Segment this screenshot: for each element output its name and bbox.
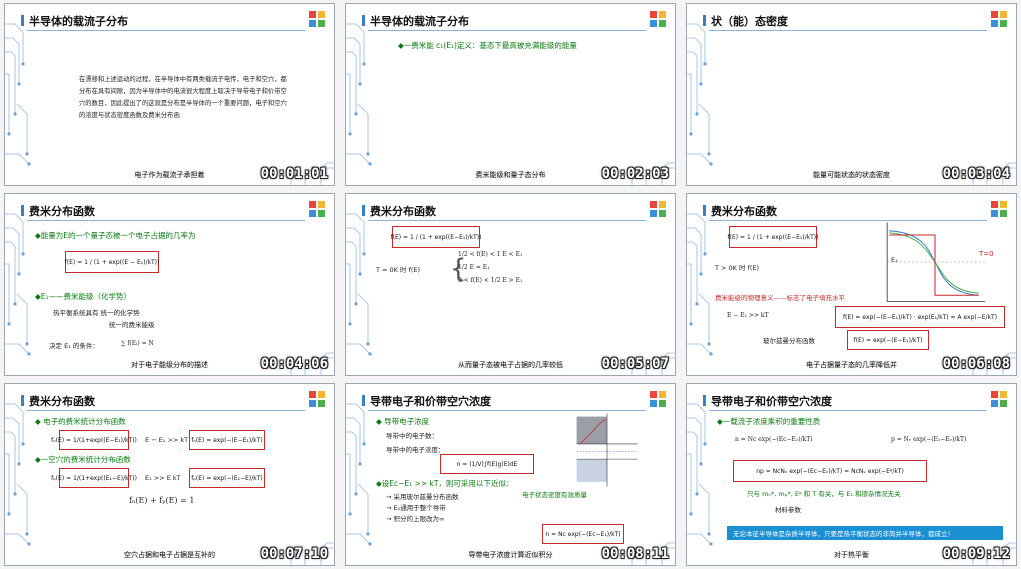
video-thumbnail[interactable]: 状（能）态密度 能量可能状态的状态密度 00:03:04	[686, 3, 1017, 186]
nc-formula-box: n = Nᴄ exp(−(Eᴄ−E₁)/kT)	[542, 524, 624, 544]
bullet-conduction: ◆ 导带电子浓度	[376, 417, 430, 426]
slide-title: 导带电子和价带空穴浓度	[362, 395, 491, 408]
fermi-formula-box: f(E) = 1 / (1 + exp((E − E₁)/kT))	[65, 251, 159, 273]
video-thumbnail[interactable]: 半导体的载流子分布 ◆一费米能 c₁(E₁)定义：基态下最高被充满能级的能量 费米…	[345, 3, 676, 186]
fermi-formula-box: f(E) = 1 / (1 + exp((E−E₁)/kT))	[728, 226, 818, 248]
bullet-approx: ◆设Ec−E₁ >> kT，则可采用以下近似：	[376, 479, 514, 488]
video-thumbnail[interactable]: 导带电子和价带空穴浓度 ◆ 导带电子浓度 导带中的电子数： 导带中的电子浓度： n =…	[345, 383, 676, 566]
title-underline	[709, 30, 987, 31]
timestamp: 00:09:12	[942, 546, 1010, 562]
long-formula-box: f(E) = exp(−(E−E₁)/kT) · exp(E₁/kT) = A …	[835, 306, 1005, 328]
sum-equation: ∑ f(Eᵢ) = N	[121, 340, 154, 347]
formula-1: fₙ(E) = 1/(1+exp((E−E₁)/kT))	[51, 430, 137, 450]
logo-icon	[309, 201, 325, 217]
text-thermal-eq: 热平衡系统具有 统一的化学势	[53, 309, 140, 317]
slide-title: 状（能）态密度	[703, 15, 788, 28]
logo-icon	[650, 391, 666, 407]
logo-icon	[309, 391, 325, 407]
np-formula-box: np = NᴄNᵥ exp(−(Eᴄ−Eᵥ)/kT) = NᴄNᵥ exp(−E…	[733, 460, 927, 482]
slide-title: 费米分布函数	[21, 395, 95, 408]
fermi-curve-plot	[886, 222, 985, 302]
n-formula-box: n = (1/V)∫f(E)g(E)dE	[440, 454, 534, 474]
text-electron-num: 导带中的电子数：	[386, 432, 438, 440]
bullet-hole: ◆一空穴的费米统计分布函数	[35, 455, 131, 464]
bullet-fermi-level: ◆E₁——费米能级（化学势）	[35, 292, 132, 301]
circuit-decoration	[346, 23, 675, 185]
timestamp: 00:05:07	[601, 356, 669, 372]
brace-icon: {	[450, 254, 467, 284]
slide-title: 费米分布函数	[703, 205, 777, 218]
video-thumbnail[interactable]: 费米分布函数 ◆ 电子的费米统计分布函数 fₙ(E) = 1/(1+exp((E−…	[4, 383, 335, 566]
slide-title: 半导体的载流子分布	[21, 15, 128, 28]
text-condition: 决定 E₁ 的条件：	[49, 342, 99, 350]
text-depends: 只与 mₙ*, mₚ*, Eᵍ 和 T 有关，与 E₁ 和掺杂情况无关	[747, 490, 901, 498]
piece-3: 0 < f(E) < 1/2 E > E₁	[458, 277, 523, 284]
title-underline	[709, 410, 987, 411]
title-underline	[368, 30, 646, 31]
timestamp: 00:01:01	[260, 166, 328, 182]
fermi-formula-box: f(E) = 1 / (1 + exp((E−E₁)/kT))	[391, 226, 481, 248]
paragraph-text: 在漂移和上述运动的过程，在半导体中有两类载流子电传，电子和空穴，都分布在具有间隙…	[79, 76, 287, 119]
piece-1: 1/2 < f(E) < 1 E < E₁	[458, 251, 523, 258]
video-thumbnail[interactable]: 费米分布函数 f(E) = 1 / (1 + exp((E−E₁)/kT)) T …	[345, 193, 676, 376]
step-3: → 积分的上限改为∞	[386, 515, 445, 523]
formula-3: fₚ(E) = 1/(1+exp((E₁−E)/kT))	[51, 468, 137, 488]
title-underline	[27, 30, 305, 31]
timestamp: 00:06:08	[942, 356, 1010, 372]
timestamp: 00:04:06	[260, 356, 328, 372]
boltzmann-box: f(E) = exp(−(E−E₁)/kT)	[847, 330, 929, 350]
timestamp: 00:07:10	[260, 546, 328, 562]
title-underline	[27, 220, 305, 221]
text-boltzmann: 玻尔兹曼分布函数	[763, 337, 815, 345]
logo-icon	[309, 11, 325, 27]
bullet-electron: ◆ 电子的费米统计分布函数	[35, 417, 126, 426]
logo-icon	[991, 11, 1007, 27]
circuit-decoration	[346, 213, 675, 375]
video-thumbnail[interactable]: 费米分布函数 ◆能量为E的一个量子态被一个电子占据的几率为 f(E) = 1 / …	[4, 193, 335, 376]
logo-icon	[991, 391, 1007, 407]
condition: E − E₁ >> kT	[727, 312, 769, 319]
title-underline	[27, 410, 305, 411]
slide-title: 导带电子和价带空穴浓度	[703, 395, 832, 408]
thumbnail-grid: 半导体的载流子分布 在漂移和上述运动的过程，在半导体中有两类载流子电传，电子和空…	[4, 3, 1017, 566]
video-thumbnail[interactable]: 费米分布函数 f(E) = 1 / (1 + exp((E−E₁)/kT)) T …	[686, 193, 1017, 376]
text-t0: T > 0K 时 f(E)	[715, 264, 760, 272]
logo-icon	[650, 11, 666, 27]
video-thumbnail[interactable]: 半导体的载流子分布 在漂移和上述运动的过程，在半导体中有两类载流子电传，电子和空…	[4, 3, 335, 186]
slide-title: 半导体的载流子分布	[362, 15, 469, 28]
timestamp: 00:02:03	[601, 166, 669, 182]
bullet-product: ◆一载流子浓度乘积的重要性质	[717, 417, 821, 426]
text-electron-conc: 导带中的电子浓度：	[386, 446, 445, 454]
logo-icon	[650, 201, 666, 217]
bullet-probability: ◆能量为E的一个量子态被一个电子占据的几率为	[35, 231, 196, 240]
text-physical-meaning: 费米能级的物理意义——标志了电子填充水平	[715, 294, 845, 302]
n-expression: n = Nᴄ exp(−(Eᴄ−E₁)/kT)	[735, 436, 813, 443]
conclusion-banner: 无论本征半导体是杂质半导体，只要是热平衡状态的非简并半导体，都成立！	[727, 526, 1003, 540]
formula-2: fₙ(E) = exp(−(E−E₁)/kT)	[189, 430, 265, 450]
timestamp: 00:03:04	[942, 166, 1010, 182]
timestamp: 00:08:11	[601, 546, 669, 562]
slide-title: 费米分布函数	[362, 205, 436, 218]
slide-title: 费米分布函数	[21, 205, 95, 218]
text-t0: T = 0K 时 f(E)	[376, 266, 421, 274]
logo-icon	[991, 201, 1007, 217]
step-1: → 采用玻尔兹曼分布函数	[386, 493, 459, 501]
text-unified: 统一的费米能级	[109, 321, 155, 329]
step-2: → E₁通用于整个导带	[386, 504, 446, 512]
band-diagram	[576, 413, 638, 487]
bullet-fermi-definition: ◆一费米能 c₁(E₁)定义：基态下最高被充满能级的能量	[398, 41, 577, 50]
text-effective-mass: 电子状态密度有效质量	[522, 491, 587, 499]
circuit-decoration	[687, 23, 1016, 185]
condition-2: E₁ >> E kT	[145, 474, 181, 482]
title-underline	[368, 410, 646, 411]
formula-4: fₚ(E) = exp(−(E₁−E)/kT)	[189, 468, 265, 488]
title-underline	[368, 220, 646, 221]
text-material: 材料参数	[775, 506, 801, 514]
condition-1: E − E₁ >> kT	[145, 436, 189, 444]
p-expression: p = Nᵥ exp(−(E₁−Eᵥ)/kT)	[891, 436, 967, 443]
sum-equation: fₙ(E) + fₚ(E) = 1	[129, 496, 195, 505]
video-thumbnail[interactable]: 导带电子和价带空穴浓度 ◆一载流子浓度乘积的重要性质 n = Nᴄ exp(−(E…	[686, 383, 1017, 566]
